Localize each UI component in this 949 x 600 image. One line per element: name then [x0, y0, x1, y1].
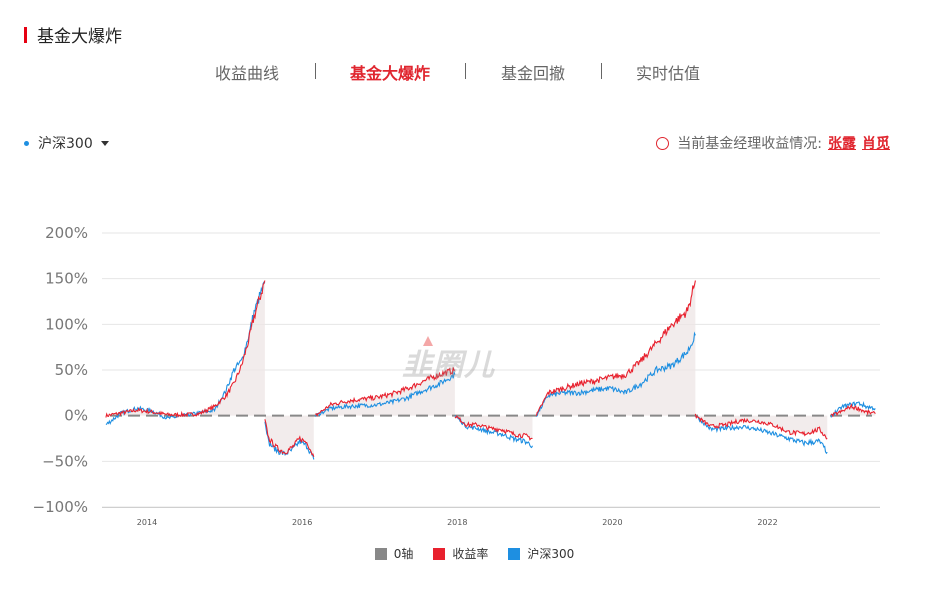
y-tick-label: 50%: [55, 361, 88, 379]
circle-icon: [656, 136, 670, 150]
tab-fund-explosion[interactable]: 基金大爆炸: [350, 60, 430, 84]
section-title: 基金大爆炸: [24, 22, 122, 47]
segment-shade: [264, 415, 314, 457]
y-tick-label: −100%: [33, 498, 88, 516]
legend-item-index[interactable]: 沪深300: [508, 545, 574, 562]
legend-label: 沪深300: [527, 547, 575, 561]
legend-item-fund-return[interactable]: 收益率: [433, 545, 488, 562]
tab-return-curve[interactable]: 收益曲线: [215, 60, 279, 84]
y-tick-label: 200%: [45, 224, 88, 242]
legend-label: 0轴: [393, 547, 414, 561]
legend-swatch: [433, 547, 446, 560]
title-accent-bar: [24, 26, 27, 43]
x-axis: 2014 2016 2018 2020 2022: [137, 518, 778, 527]
x-tick-label: 2020: [602, 518, 622, 527]
legend-swatch: [508, 547, 521, 560]
y-axis: 200% 150% 100% 50% 0% −50% −100%: [33, 224, 88, 516]
caret-down-icon: [100, 140, 109, 146]
tab-bar: 收益曲线 基金大爆炸 基金回撤 实时估值: [0, 60, 949, 84]
chart-legend: 0轴 收益率 沪深300: [0, 545, 949, 562]
tab-realtime-valuation[interactable]: 实时估值: [636, 60, 700, 84]
watermark-logo: 韭圈儿: [402, 348, 495, 383]
tab-divider: [601, 63, 602, 79]
legend-item-zero-axis[interactable]: 0轴: [374, 545, 414, 562]
y-tick-label: 100%: [45, 315, 88, 333]
legend-label: 收益率: [452, 547, 489, 561]
benchmark-select-value: 沪深300: [38, 136, 93, 152]
x-tick-label: 2022: [757, 518, 777, 527]
x-tick-label: 2014: [137, 518, 157, 527]
manager-info-label: 当前基金经理收益情况:: [677, 136, 822, 152]
manager-link-zhang[interactable]: 张露: [828, 133, 856, 153]
manager-info: 当前基金经理收益情况: 张露 肖觅: [656, 133, 890, 153]
legend-swatch: [374, 547, 387, 560]
segment-shade: [536, 280, 696, 416]
section-title-text: 基金大爆炸: [37, 27, 122, 47]
tab-divider: [315, 63, 316, 79]
y-tick-label: 0%: [64, 407, 88, 425]
y-tick-label: 150%: [45, 270, 88, 288]
segment-shade: [105, 280, 265, 418]
x-tick-label: 2016: [292, 518, 312, 527]
manager-link-xiao[interactable]: 肖觅: [862, 133, 890, 153]
tab-drawdown[interactable]: 基金回撤: [501, 60, 565, 84]
y-tick-label: −50%: [42, 452, 88, 470]
benchmark-select[interactable]: 沪深300: [24, 133, 109, 153]
series-dot-icon: [24, 140, 29, 146]
x-tick-label: 2018: [447, 518, 467, 527]
tab-divider: [465, 63, 466, 79]
